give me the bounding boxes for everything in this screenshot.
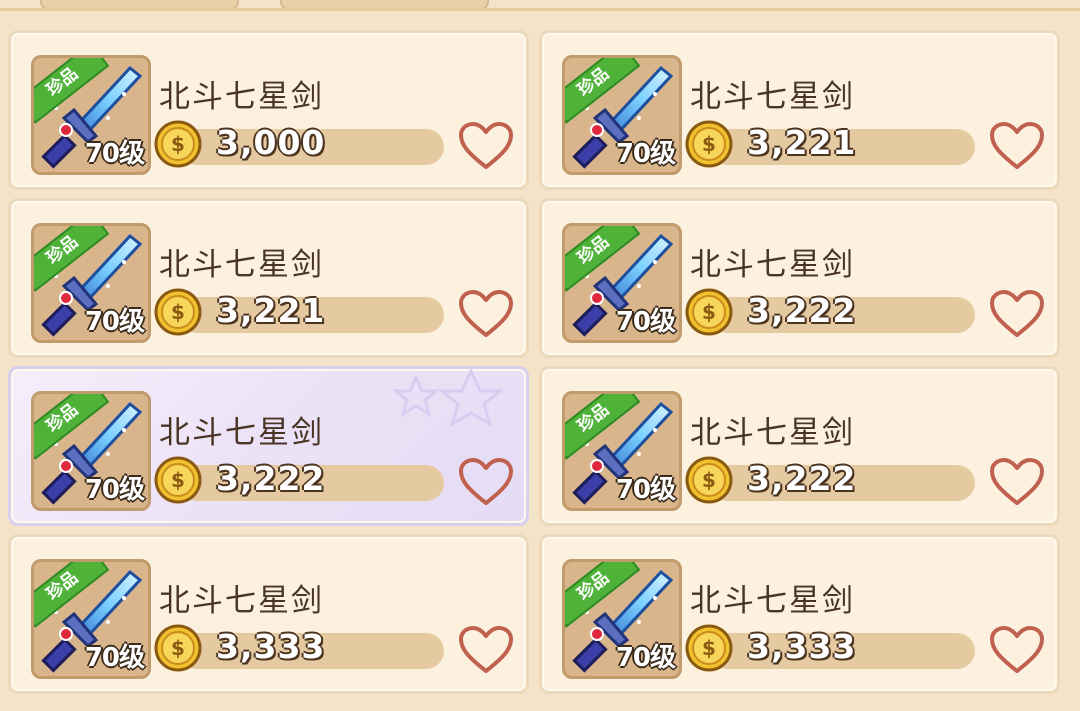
svg-text:$: $ xyxy=(171,132,185,156)
heart-outline-icon[interactable] xyxy=(458,289,514,339)
svg-text:$: $ xyxy=(702,636,716,660)
heart-outline-icon[interactable] xyxy=(989,121,1045,171)
item-price: 3,221 xyxy=(747,123,857,162)
item-thumbnail[interactable]: 珍品 70级 xyxy=(562,223,682,343)
item-thumbnail[interactable]: 珍品 70级 xyxy=(31,55,151,175)
svg-text:$: $ xyxy=(702,132,716,156)
star-decoration xyxy=(391,369,505,428)
item-price: 3,221 xyxy=(216,291,326,330)
svg-text:$: $ xyxy=(171,300,185,324)
heart-outline-icon[interactable] xyxy=(989,457,1045,507)
item-name: 北斗七星剑 xyxy=(690,583,855,619)
item-card[interactable]: 珍品 70级 北斗七星剑 $ 3,221 xyxy=(539,30,1060,190)
item-thumbnail[interactable]: 珍品 70级 xyxy=(31,391,151,511)
item-card[interactable]: 珍品 70级 北斗七星剑 $ 3,222 xyxy=(8,366,529,526)
item-price: 3,000 xyxy=(216,123,326,162)
gold-coin-icon: $ xyxy=(154,456,202,504)
item-name: 北斗七星剑 xyxy=(690,247,855,283)
item-price: 3,222 xyxy=(216,459,326,498)
item-card[interactable]: 珍品 70级 北斗七星剑 $ 3,222 xyxy=(539,198,1060,358)
item-card[interactable]: 珍品 70级 北斗七星剑 $ 3,000 xyxy=(8,30,529,190)
item-card[interactable]: 珍品 70级 北斗七星剑 $ 3,333 xyxy=(539,534,1060,694)
item-name: 北斗七星剑 xyxy=(690,79,855,115)
item-level: 70级 xyxy=(84,475,145,505)
item-thumbnail[interactable]: 珍品 70级 xyxy=(31,223,151,343)
item-level: 70级 xyxy=(84,643,145,673)
item-price: 3,222 xyxy=(747,459,857,498)
item-level: 70级 xyxy=(84,139,145,169)
item-thumbnail[interactable]: 珍品 70级 xyxy=(31,559,151,679)
gold-coin-icon: $ xyxy=(685,456,733,504)
heart-outline-icon[interactable] xyxy=(989,625,1045,675)
item-card[interactable]: 珍品 70级 北斗七星剑 $ 3,221 xyxy=(8,198,529,358)
item-thumbnail[interactable]: 珍品 70级 xyxy=(562,55,682,175)
item-name: 北斗七星剑 xyxy=(159,415,324,451)
item-grid: 珍品 70级 北斗七星剑 $ 3,000 珍品 70级 北斗七星剑 $ 3,22… xyxy=(8,30,1060,694)
item-name: 北斗七星剑 xyxy=(159,247,324,283)
item-thumbnail[interactable]: 珍品 70级 xyxy=(562,391,682,511)
heart-outline-icon[interactable] xyxy=(458,457,514,507)
heart-outline-icon[interactable] xyxy=(989,289,1045,339)
svg-text:$: $ xyxy=(171,636,185,660)
item-name: 北斗七星剑 xyxy=(159,583,324,619)
heart-outline-icon[interactable] xyxy=(458,121,514,171)
gold-coin-icon: $ xyxy=(685,288,733,336)
item-price: 3,222 xyxy=(747,291,857,330)
item-name: 北斗七星剑 xyxy=(690,415,855,451)
item-thumbnail[interactable]: 珍品 70级 xyxy=(562,559,682,679)
svg-text:$: $ xyxy=(702,300,716,324)
gold-coin-icon: $ xyxy=(685,624,733,672)
gold-coin-icon: $ xyxy=(154,624,202,672)
gold-coin-icon: $ xyxy=(154,288,202,336)
item-level: 70级 xyxy=(615,307,676,337)
item-price: 3,333 xyxy=(216,627,326,666)
item-card[interactable]: 珍品 70级 北斗七星剑 $ 3,222 xyxy=(539,366,1060,526)
gold-coin-icon: $ xyxy=(154,120,202,168)
gold-coin-icon: $ xyxy=(685,120,733,168)
item-level: 70级 xyxy=(84,307,145,337)
item-card[interactable]: 珍品 70级 北斗七星剑 $ 3,333 xyxy=(8,534,529,694)
svg-text:$: $ xyxy=(171,468,185,492)
item-name: 北斗七星剑 xyxy=(159,79,324,115)
item-level: 70级 xyxy=(615,139,676,169)
heart-outline-icon[interactable] xyxy=(458,625,514,675)
item-level: 70级 xyxy=(615,643,676,673)
item-level: 70级 xyxy=(615,475,676,505)
svg-text:$: $ xyxy=(702,468,716,492)
item-price: 3,333 xyxy=(747,627,857,666)
